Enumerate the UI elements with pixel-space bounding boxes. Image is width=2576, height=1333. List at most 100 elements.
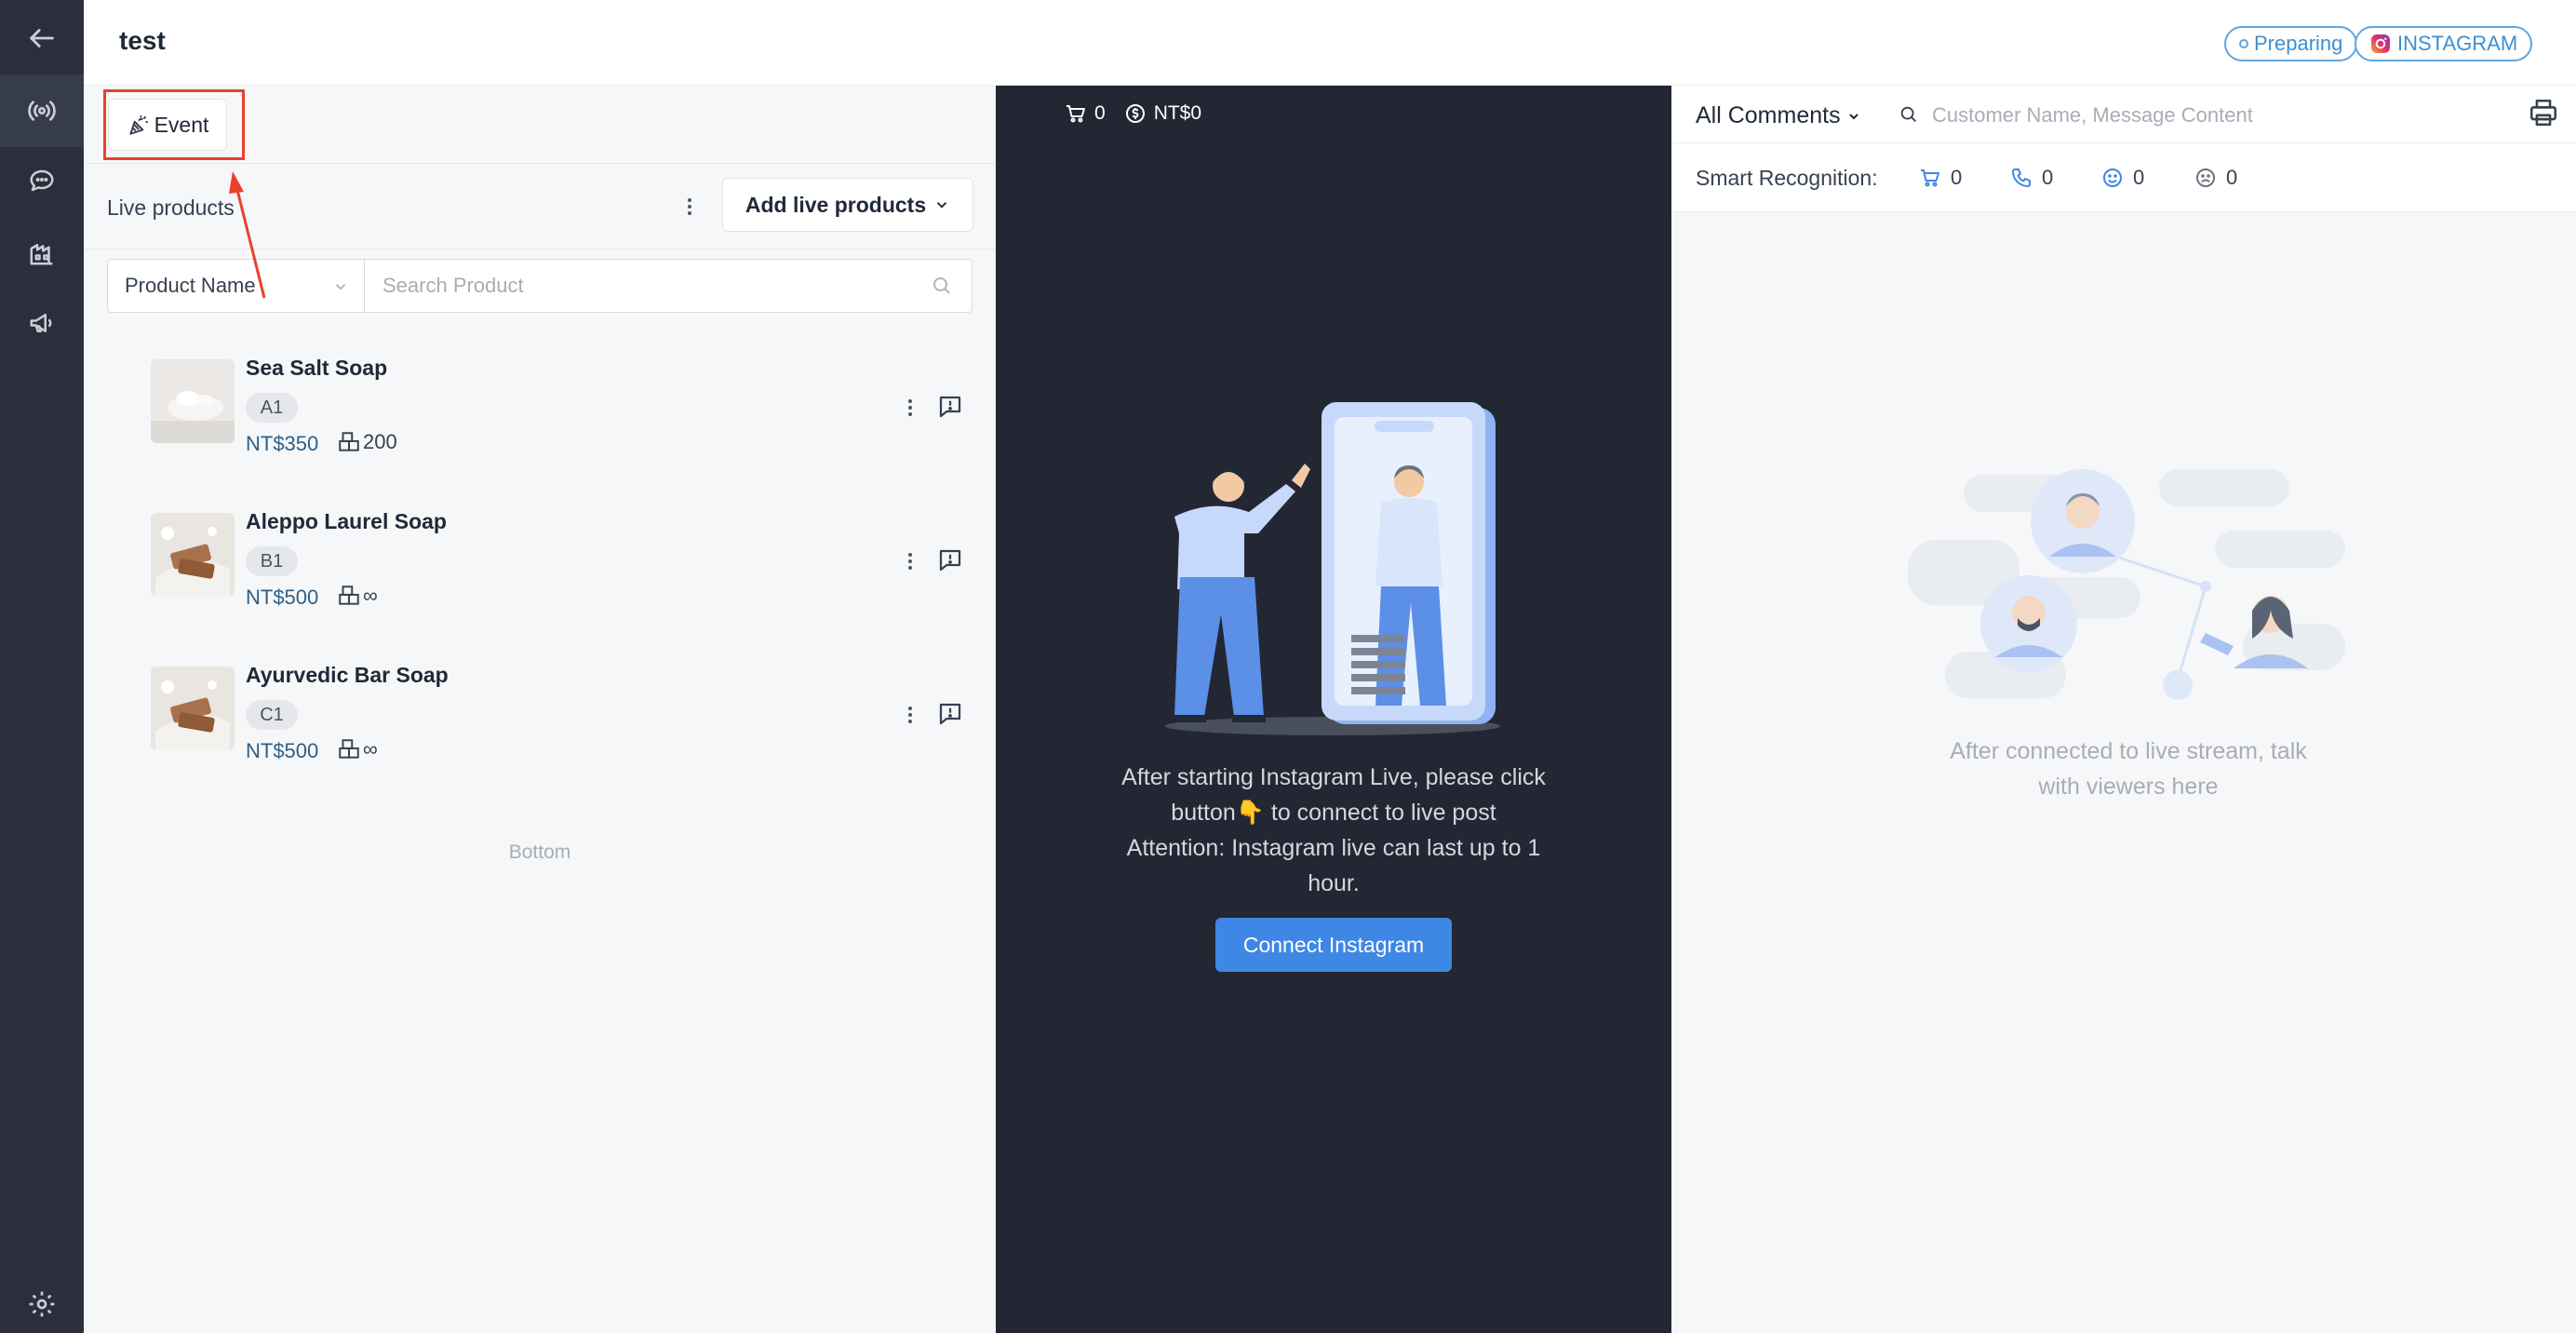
instruction-line-1: After starting Instagram Live, please cl… xyxy=(1121,764,1546,826)
product-name: Ayurvedic Bar Soap xyxy=(246,663,449,687)
search-icon xyxy=(1900,106,1916,122)
product-stock-value: ∞ xyxy=(363,737,378,761)
phone-icon xyxy=(2012,168,2031,187)
frown-icon xyxy=(2196,168,2215,187)
smart-filter-phone[interactable]: 0 xyxy=(2010,166,2053,190)
warehouse-icon xyxy=(30,244,53,265)
product-thumbnail xyxy=(151,359,235,443)
product-name: Sea Salt Soap xyxy=(246,356,388,380)
chevron-down-icon xyxy=(335,284,346,290)
product-more-button[interactable] xyxy=(905,399,916,416)
platform-badge: INSTAGRAM xyxy=(2355,26,2533,61)
printer-icon[interactable] xyxy=(2528,97,2559,128)
comment-alert-icon[interactable] xyxy=(936,546,964,574)
coin-icon xyxy=(1125,104,1145,123)
empty-comments-illustration xyxy=(1908,469,2345,700)
search-input[interactable] xyxy=(366,260,924,312)
stock-boxes-icon xyxy=(339,739,359,759)
comment-filter-dropdown[interactable]: All Comments xyxy=(1696,102,1861,129)
product-sku-badge: B1 xyxy=(246,546,298,576)
gear-icon xyxy=(29,1291,55,1317)
product-stock-value: ∞ xyxy=(363,584,378,607)
page-title: test xyxy=(119,26,166,55)
product-stock: ∞ xyxy=(337,737,378,761)
stock-boxes-icon xyxy=(339,586,359,605)
product-thumbnail xyxy=(151,513,235,597)
comments-header: All Comments xyxy=(1671,86,2576,143)
live-stream-illustration xyxy=(1165,402,1500,735)
product-stock-value: 200 xyxy=(363,430,397,453)
smart-count-positive: 0 xyxy=(2133,166,2145,189)
product-price: NT$500 xyxy=(246,739,319,762)
back-arrow-icon xyxy=(30,29,54,47)
event-button[interactable]: Event xyxy=(108,99,227,151)
chevron-down-icon xyxy=(936,202,947,209)
connect-instagram-button[interactable]: Connect Instagram xyxy=(1215,918,1452,972)
cart-icon xyxy=(1921,169,1939,187)
chat-icon xyxy=(30,169,54,192)
smart-filter-cart[interactable]: 0 xyxy=(1919,166,1962,190)
annotation-arrow xyxy=(229,171,266,299)
list-end-label: Bottom xyxy=(508,842,571,863)
product-row[interactable]: Ayurvedic Bar Soap C1 NT$500 ∞ xyxy=(84,648,996,788)
product-row[interactable]: Aleppo Laurel Soap B1 NT$500 ∞ xyxy=(84,494,996,634)
live-products-more-button[interactable] xyxy=(684,198,695,215)
sidebar-item-chat[interactable] xyxy=(0,144,84,217)
total-amount: NT$0 xyxy=(1153,102,1202,124)
smart-filter-positive[interactable]: 0 xyxy=(2101,166,2144,190)
chevron-down-icon xyxy=(1848,113,1858,119)
product-price: NT$500 xyxy=(246,586,319,609)
live-products-panel: Event Live products Add live products Pr… xyxy=(84,86,996,1333)
cart-icon xyxy=(1067,105,1085,123)
product-more-button[interactable] xyxy=(905,553,916,570)
party-popper-icon xyxy=(128,115,148,135)
empty-comments-message: After connected to live stream, talk wit… xyxy=(1950,738,2307,800)
smile-icon xyxy=(2103,168,2122,187)
event-bar: Event xyxy=(84,86,996,164)
live-broadcast-icon xyxy=(28,101,56,121)
add-live-products-label: Add live products xyxy=(745,192,927,217)
product-sku-badge: C1 xyxy=(246,700,298,730)
product-price: NT$350 xyxy=(246,432,319,455)
product-stock: 200 xyxy=(337,430,397,454)
stock-boxes-icon xyxy=(339,432,359,451)
status-dot-icon xyxy=(2239,39,2248,48)
product-stock: ∞ xyxy=(337,584,378,608)
product-sku-badge: A1 xyxy=(246,393,298,423)
product-name: Aleppo Laurel Soap xyxy=(246,509,447,533)
smart-recognition-bar: Smart Recognition: 0 0 0 0 xyxy=(1671,143,2576,212)
sidebar-item-marketing[interactable] xyxy=(0,287,84,359)
top-bar: test Preparing INSTAGRAM xyxy=(84,0,2576,86)
stream-stats: 0 NT$0 xyxy=(1065,102,1201,125)
back-button[interactable] xyxy=(0,2,84,74)
live-products-label: Live products xyxy=(107,195,235,220)
sidebar-item-live[interactable] xyxy=(0,74,84,147)
comment-alert-icon[interactable] xyxy=(936,393,964,421)
event-label: Event xyxy=(154,112,209,137)
product-more-button[interactable] xyxy=(905,707,916,723)
cart-count: 0 xyxy=(1094,102,1106,124)
connect-instructions: After starting Instagram Live, please cl… xyxy=(1098,760,1569,901)
comment-filter-label: All Comments xyxy=(1696,102,1841,128)
smart-count-phone: 0 xyxy=(2042,166,2054,189)
settings-button[interactable] xyxy=(0,1268,84,1333)
smart-count-cart: 0 xyxy=(1951,166,1963,189)
search-icon[interactable] xyxy=(931,275,953,297)
add-live-products-button[interactable]: Add live products xyxy=(722,178,973,232)
comment-alert-icon[interactable] xyxy=(936,700,964,728)
smart-count-negative: 0 xyxy=(2226,166,2238,189)
instruction-line-2: Attention: Instagram live can last up to… xyxy=(1126,835,1541,896)
product-thumbnail xyxy=(151,666,235,750)
product-row[interactable]: Sea Salt Soap A1 NT$350 200 xyxy=(84,341,996,480)
instagram-icon xyxy=(2371,34,2390,53)
live-products-row: Live products Add live products xyxy=(84,164,996,249)
sidebar xyxy=(0,0,84,1333)
comment-search-input[interactable] xyxy=(1925,97,2520,134)
status-badge: Preparing xyxy=(2224,26,2358,61)
platform-label: INSTAGRAM xyxy=(2397,32,2518,55)
sidebar-item-warehouse[interactable] xyxy=(0,217,84,289)
status-label: Preparing xyxy=(2254,32,2343,55)
smart-recognition-label: Smart Recognition: xyxy=(1696,166,1878,190)
smart-filter-negative[interactable]: 0 xyxy=(2194,166,2237,190)
megaphone-icon xyxy=(30,314,52,332)
